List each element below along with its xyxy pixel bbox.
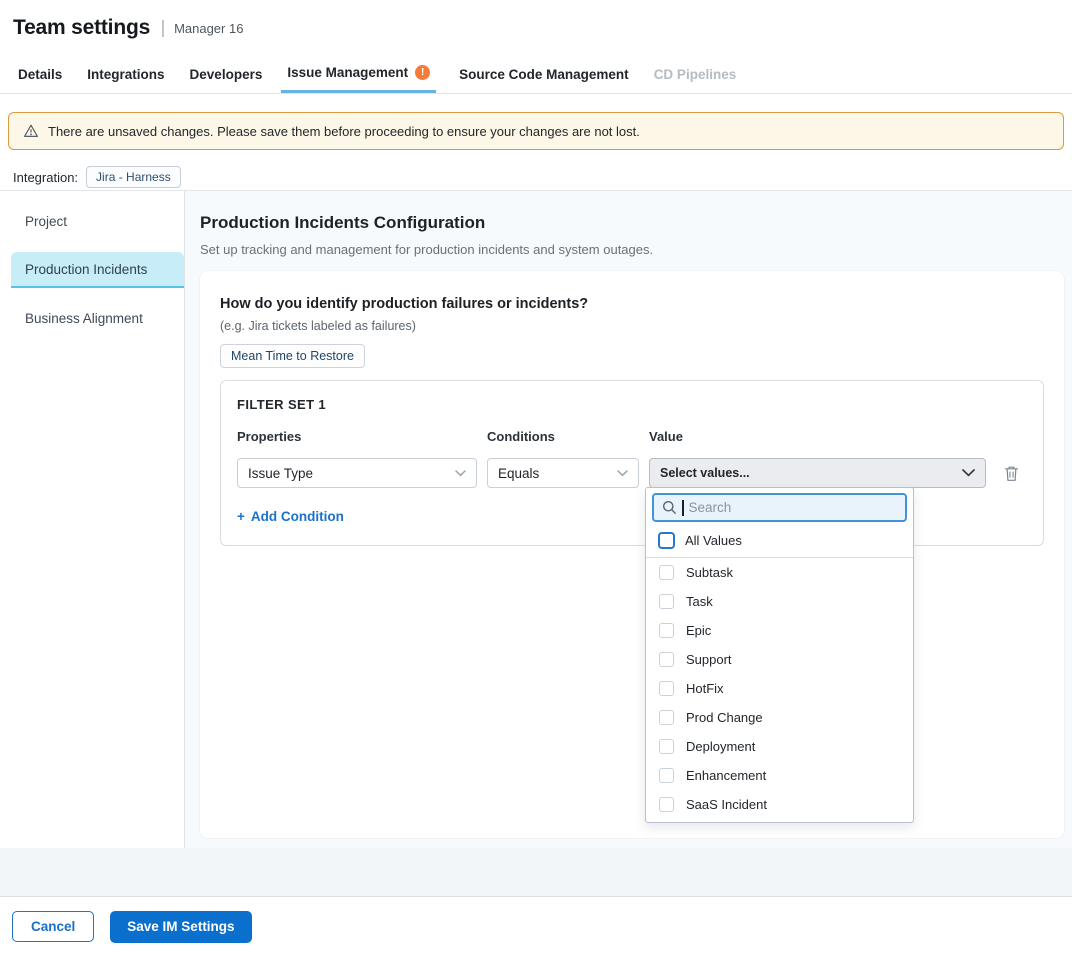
tab-developers[interactable]: Developers [188, 55, 265, 93]
condition-select[interactable]: Equals [487, 458, 639, 488]
add-condition-button[interactable]: + Add Condition [237, 509, 344, 524]
footer-actions: Cancel Save IM Settings [0, 897, 1072, 956]
incidents-config-card: How do you identify production failures … [200, 271, 1064, 838]
unsaved-changes-banner: There are unsaved changes. Please save t… [8, 112, 1064, 150]
value-column-label: Value [649, 429, 986, 444]
text-cursor [682, 500, 684, 516]
tab-details[interactable]: Details [16, 55, 64, 93]
select-all-values-option[interactable]: All Values [646, 527, 913, 558]
checkbox-icon[interactable] [659, 565, 674, 580]
banner-text: There are unsaved changes. Please save t… [48, 124, 640, 139]
section-subtitle: Set up tracking and management for produ… [200, 242, 1064, 257]
team-settings-page: Team settings Manager 16 Details Integra… [0, 0, 1072, 956]
dropdown-options-list: Subtask Task Epic Support HotFix Prod Ch… [646, 558, 913, 823]
sidebar-item-project[interactable]: Project [0, 204, 184, 239]
team-name-label: Manager 16 [174, 21, 243, 36]
footer-spacer-band [0, 848, 1072, 897]
option-enhancement[interactable]: Enhancement [646, 761, 913, 790]
checkbox-icon[interactable] [659, 652, 674, 667]
option-prod-change[interactable]: Prod Change [646, 703, 913, 732]
config-hint: (e.g. Jira tickets labeled as failures) [220, 319, 1044, 333]
page-header: Team settings Manager 16 [0, 0, 1072, 55]
checkbox-icon[interactable] [659, 623, 674, 638]
conditions-column-label: Conditions [487, 429, 639, 444]
checkbox-icon[interactable] [659, 797, 674, 812]
tab-issue-management[interactable]: Issue Management ! [281, 55, 436, 93]
value-multiselect[interactable]: Select values... [649, 458, 986, 488]
plus-icon: + [237, 509, 245, 524]
tab-integrations[interactable]: Integrations [85, 55, 166, 93]
main-content: Production Incidents Configuration Set u… [185, 191, 1072, 848]
checkbox-icon[interactable] [659, 768, 674, 783]
config-question: How do you identify production failures … [220, 296, 1044, 312]
option-deployment[interactable]: Deployment [646, 732, 913, 761]
unsaved-alert-badge-icon: ! [415, 65, 430, 80]
option-subtask[interactable]: Subtask [646, 558, 913, 587]
properties-column-label: Properties [237, 429, 477, 444]
chevron-down-icon [455, 470, 466, 477]
filter-set-1: FILTER SET 1 Properties Conditions Value… [220, 380, 1044, 546]
tab-source-code-management[interactable]: Source Code Management [457, 55, 631, 93]
option-epic[interactable]: Epic [646, 616, 913, 645]
metric-chip-mean-time-to-restore[interactable]: Mean Time to Restore [220, 344, 365, 368]
checkbox-icon[interactable] [659, 594, 674, 609]
title-divider [162, 20, 164, 37]
dropdown-search-box[interactable] [652, 493, 907, 522]
integration-chip[interactable]: Jira - Harness [86, 166, 181, 188]
sidebar-item-production-incidents[interactable]: Production Incidents [11, 252, 184, 288]
page-title: Team settings [13, 16, 150, 40]
value-dropdown-panel: All Values Subtask Task Epic Support Hot… [645, 487, 914, 823]
chevron-down-icon [617, 470, 628, 477]
warning-triangle-icon [23, 123, 39, 139]
search-input[interactable] [689, 500, 898, 515]
chevron-down-icon [962, 469, 975, 477]
checkbox-icon[interactable] [659, 710, 674, 725]
settings-sidebar: Project Production Incidents Business Al… [0, 191, 185, 848]
option-customer-notification[interactable]: Customer Notification [646, 819, 913, 823]
search-icon [662, 500, 677, 515]
checkbox-icon[interactable] [659, 739, 674, 754]
tab-cd-pipelines: CD Pipelines [652, 55, 739, 93]
section-title: Production Incidents Configuration [200, 213, 1064, 233]
delete-condition-button[interactable] [996, 463, 1026, 484]
filter-set-title: FILTER SET 1 [237, 397, 1027, 412]
settings-tabbar: Details Integrations Developers Issue Ma… [0, 55, 1072, 94]
trash-icon [1004, 465, 1019, 482]
option-task[interactable]: Task [646, 587, 913, 616]
save-im-settings-button[interactable]: Save IM Settings [110, 911, 251, 943]
option-hotfix[interactable]: HotFix [646, 674, 913, 703]
option-support[interactable]: Support [646, 645, 913, 674]
option-saas-incident[interactable]: SaaS Incident [646, 790, 913, 819]
filter-condition-row: Properties Conditions Value Issue Type E… [237, 429, 1027, 488]
sidebar-item-business-alignment[interactable]: Business Alignment [0, 301, 184, 336]
property-select[interactable]: Issue Type [237, 458, 477, 488]
integration-row: Integration: Jira - Harness [13, 166, 181, 188]
checkbox-icon[interactable] [659, 681, 674, 696]
cancel-button[interactable]: Cancel [12, 911, 94, 942]
integration-label: Integration: [13, 170, 78, 185]
checkbox-icon[interactable] [658, 532, 675, 549]
